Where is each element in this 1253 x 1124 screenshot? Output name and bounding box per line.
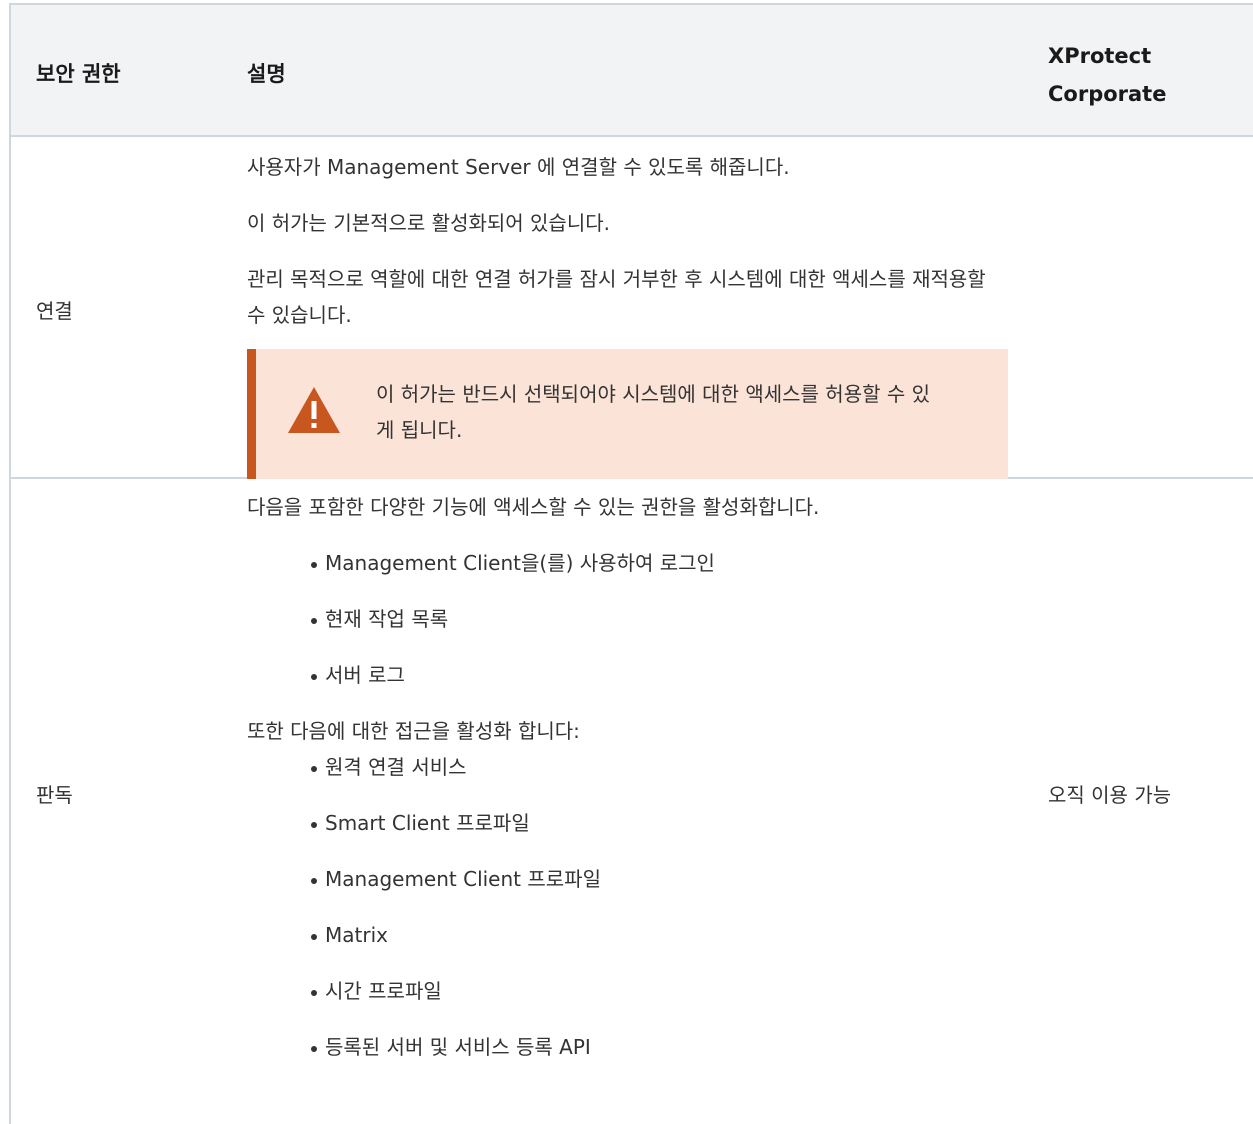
bullet-icon xyxy=(311,822,317,828)
permission-name: 연결 xyxy=(36,299,73,323)
feature-list: Management Client을(를) 사용하여 로그인 현재 작업 목록 … xyxy=(247,545,1007,693)
document-page: 보안 권한 설명 XProtect Corporate 연결 사용자가 Mana… xyxy=(0,0,1253,1124)
description-paragraph: 또한 다음에 대한 접근을 활성화 합니다: xyxy=(247,719,580,743)
availability: 오직 이용 가능 xyxy=(1048,783,1172,807)
list-item: 서버 로그 xyxy=(247,657,1007,693)
header-product-line1: XProtect xyxy=(1048,44,1152,68)
permission-description: 사용자가 Management Server 에 연결할 수 있도록 해줍니다.… xyxy=(247,149,1008,479)
description-paragraph: 다음을 포함한 다양한 기능에 액세스할 수 있는 권한을 활성화합니다. xyxy=(247,495,820,519)
bullet-icon xyxy=(311,618,317,624)
warning-text: 이 허가는 반드시 선택되어야 시스템에 대한 액세스를 허용할 수 있게 됩니… xyxy=(376,382,931,442)
bullet-icon xyxy=(311,674,317,680)
description-paragraph: 관리 목적으로 역할에 대한 연결 허가를 잠시 거부한 후 시스템에 대한 액… xyxy=(247,267,986,327)
warning-triangle-icon xyxy=(288,387,340,433)
bullet-icon xyxy=(311,934,317,940)
table-header: 보안 권한 설명 XProtect Corporate xyxy=(11,5,1253,137)
list-item: Management Client 프로파일 xyxy=(247,861,1007,897)
header-description: 설명 xyxy=(247,62,286,86)
bullet-icon xyxy=(311,1046,317,1052)
bullet-icon xyxy=(311,990,317,996)
warning-callout: 이 허가는 반드시 선택되어야 시스템에 대한 액세스를 허용할 수 있게 됩니… xyxy=(247,349,1008,479)
list-item: 시간 프로파일 xyxy=(247,973,1007,1009)
list-item: Matrix xyxy=(247,917,1007,953)
bullet-icon xyxy=(311,878,317,884)
table-row: 판독 다음을 포함한 다양한 기능에 액세스할 수 있는 권한을 활성화합니다.… xyxy=(11,479,1253,1124)
header-permission: 보안 권한 xyxy=(36,62,121,86)
list-item: 등록된 서버 및 서비스 등록 API xyxy=(247,1029,1007,1065)
permissions-table: 보안 권한 설명 XProtect Corporate 연결 사용자가 Mana… xyxy=(9,3,1253,1124)
list-item: Smart Client 프로파일 xyxy=(247,805,1007,841)
header-product: XProtect Corporate xyxy=(1048,37,1238,113)
access-list: 원격 연결 서비스 Smart Client 프로파일 Management C… xyxy=(247,749,1007,1065)
list-item: 원격 연결 서비스 xyxy=(247,749,1007,785)
header-product-line2: Corporate xyxy=(1048,82,1167,106)
bullet-icon xyxy=(311,766,317,772)
description-paragraph: 사용자가 Management Server 에 연결할 수 있도록 해줍니다. xyxy=(247,155,790,179)
list-item: Management Client을(를) 사용하여 로그인 xyxy=(247,545,1007,581)
table-row: 연결 사용자가 Management Server 에 연결할 수 있도록 해줍… xyxy=(11,137,1253,479)
list-item: 현재 작업 목록 xyxy=(247,601,1007,637)
bullet-icon xyxy=(311,562,317,568)
permission-name: 판독 xyxy=(36,783,73,807)
description-paragraph: 이 허가는 기본적으로 활성화되어 있습니다. xyxy=(247,211,610,235)
permission-description: 다음을 포함한 다양한 기능에 액세스할 수 있는 권한을 활성화합니다. Ma… xyxy=(247,489,1007,1065)
